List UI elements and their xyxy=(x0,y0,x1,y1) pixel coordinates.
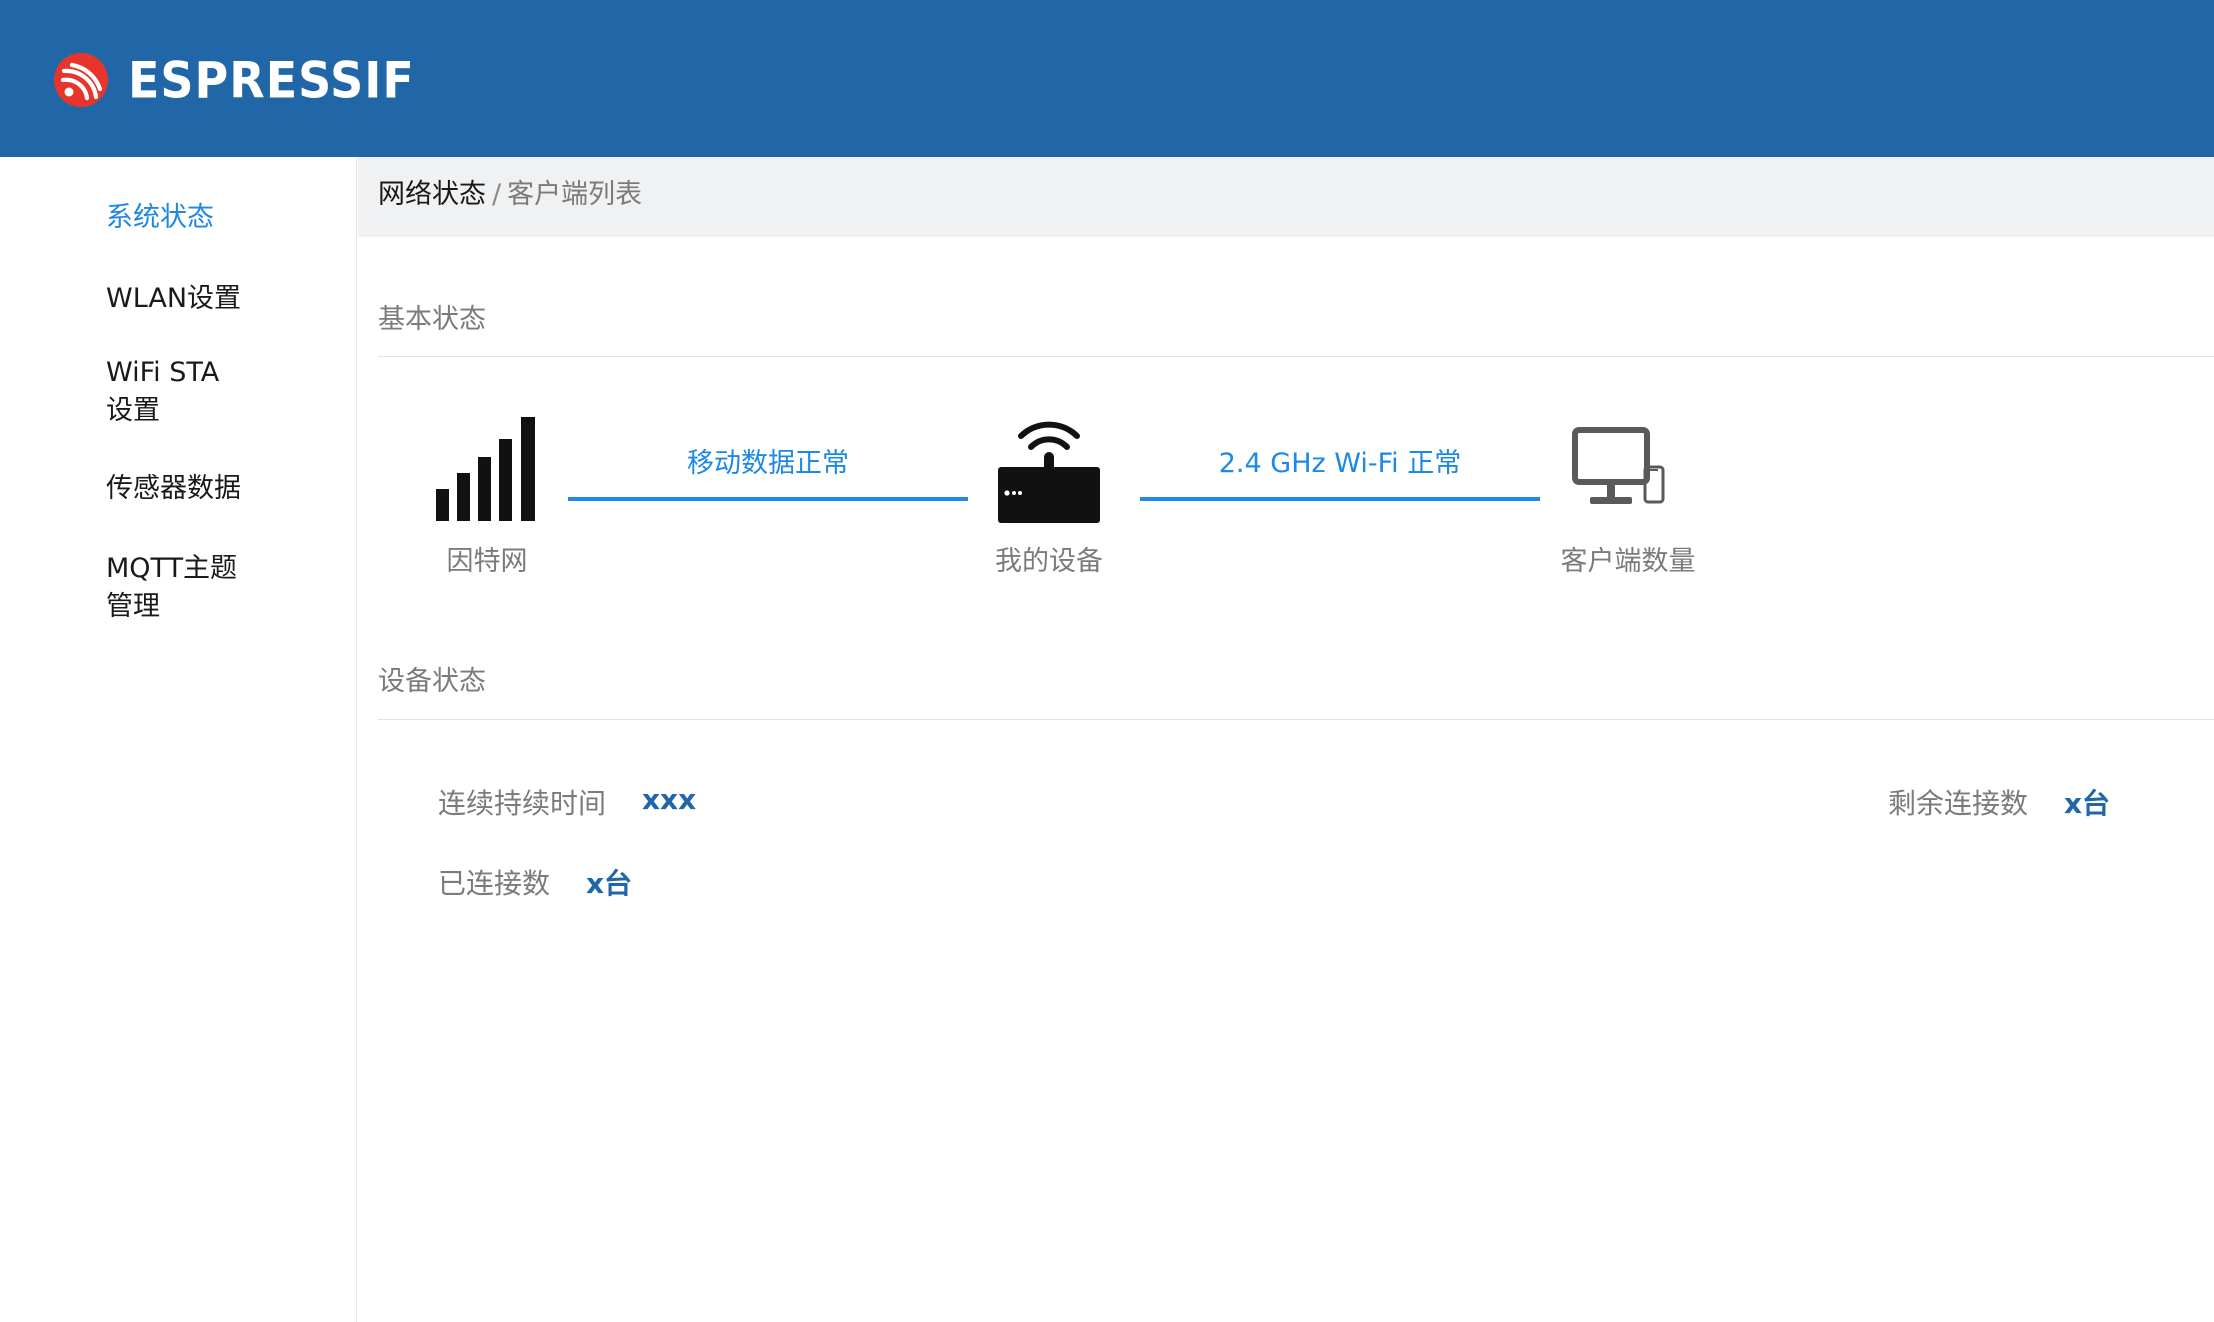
wifi-link-line xyxy=(1140,497,1540,501)
remaining-connections-value: x台 xyxy=(2064,787,2111,820)
sidebar-item-mqtt-topic-management[interactable]: MQTT主题 管理 xyxy=(106,550,326,626)
internet-label: 因特网 xyxy=(446,546,528,577)
top-header: ESPRESSIF xyxy=(0,0,2214,157)
device-status-title: 设备状态 xyxy=(378,666,486,697)
breadcrumb-separator: / xyxy=(492,179,502,210)
espressif-logo-icon xyxy=(54,53,108,107)
breadcrumb: 网络状态 / 客户端列表 xyxy=(378,175,642,215)
wifi-status: 2.4 GHz Wi-Fi 正常 xyxy=(1218,448,1462,479)
mobile-data-link-line xyxy=(568,497,968,501)
sidebar: 系统状态 WLAN设置 WiFi STA 设置 传感器数据 MQTT主题 管理 xyxy=(0,157,357,1322)
uptime-value: xxx xyxy=(642,783,697,816)
monitor-phone-icon xyxy=(1572,427,1665,504)
sidebar-item-wlan-settings[interactable]: WLAN设置 xyxy=(106,280,326,318)
section-divider xyxy=(378,356,2214,357)
remaining-connections-label: 剩余连接数 xyxy=(1888,787,2029,820)
connected-count-label: 已连接数 xyxy=(438,867,551,900)
brand-name: ESPRESSIF xyxy=(128,50,415,110)
sidebar-item-wifi-sta-settings[interactable]: WiFi STA 设置 xyxy=(106,354,326,430)
breadcrumb-client-list-link[interactable]: 客户端列表 xyxy=(507,179,642,210)
client-count-label: 客户端数量 xyxy=(1560,546,1696,577)
connected-count-value: x台 xyxy=(586,867,633,900)
breadcrumb-bar: 网络状态 / 客户端列表 xyxy=(358,157,2214,237)
signal-bars-icon xyxy=(436,417,535,521)
sidebar-item-system-status[interactable]: 系统状态 xyxy=(106,199,326,237)
mobile-data-status: 移动数据正常 xyxy=(687,448,849,479)
espressif-logo[interactable]: ESPRESSIF xyxy=(52,44,415,116)
my-device-label: 我的设备 xyxy=(995,546,1103,577)
basic-status-title: 基本状态 xyxy=(378,304,486,335)
section-divider xyxy=(378,719,2214,720)
router-icon xyxy=(998,421,1100,523)
breadcrumb-current: 网络状态 xyxy=(378,179,486,210)
sidebar-item-sensor-data[interactable]: 传感器数据 xyxy=(106,470,326,508)
main-content: 网络状态 / 客户端列表 基本状态 因特网 移动数据正常 我的设备 2.4 GHz … xyxy=(358,157,2214,1322)
uptime-label: 连续持续时间 xyxy=(438,787,607,820)
